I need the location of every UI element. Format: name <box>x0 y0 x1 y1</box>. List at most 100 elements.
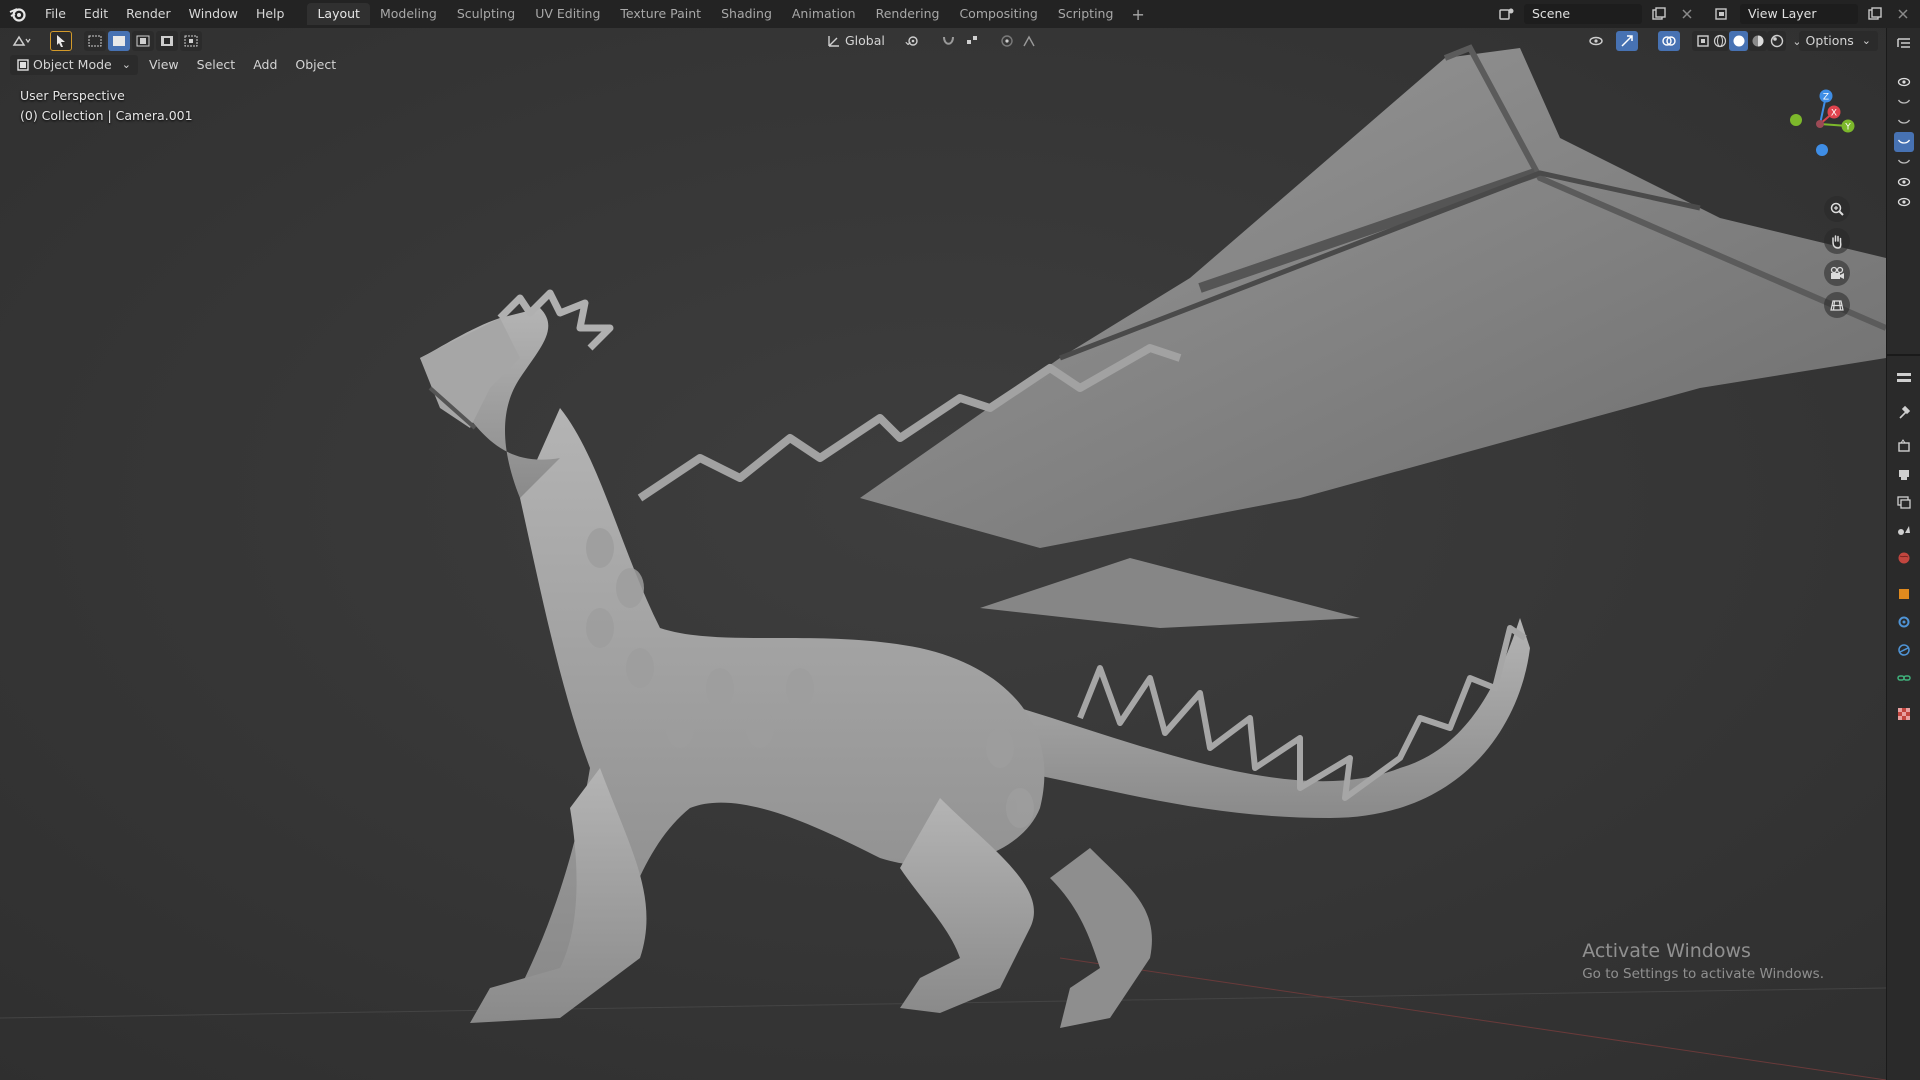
activation-title: Activate Windows <box>1582 940 1751 962</box>
tab-scripting[interactable]: Scripting <box>1048 3 1124 25</box>
tab-animation[interactable]: Animation <box>782 3 866 25</box>
3d-viewport[interactable]: Global ⌄ ⌄ Object Mode ⌄ View Select Add… <box>0 28 1886 1080</box>
physics-properties-icon[interactable] <box>1894 640 1914 660</box>
workspace-tabs: Layout Modeling Sculpting UV Editing Tex… <box>307 0 1152 28</box>
dragon-model-render[interactable] <box>0 28 1886 1080</box>
object-properties-icon[interactable] <box>1894 584 1914 604</box>
object-mode-dropdown[interactable]: Object Mode ⌄ <box>10 55 138 75</box>
z-negative-icon[interactable] <box>1816 144 1828 156</box>
x-negative-icon[interactable] <box>1816 120 1824 128</box>
editor-divider <box>1887 354 1920 356</box>
selection-mode-group <box>84 31 202 51</box>
delete-scene-icon[interactable] <box>1676 4 1698 24</box>
select-new-icon[interactable] <box>84 31 106 51</box>
outliner-editor-icon[interactable] <box>1894 34 1914 54</box>
gizmo-toggle-icon[interactable] <box>1616 31 1638 51</box>
options-label: Options <box>1805 33 1854 48</box>
camera-view-icon[interactable] <box>1824 260 1850 286</box>
view-layer-name-field[interactable]: View Layer <box>1740 4 1858 24</box>
y-axis-label: Y <box>1844 123 1851 133</box>
visibility-eye-icon[interactable] <box>1894 192 1914 212</box>
texture-properties-icon[interactable] <box>1894 704 1914 724</box>
options-dropdown[interactable]: Options ⌄ <box>1798 31 1878 51</box>
world-properties-icon[interactable] <box>1894 548 1914 568</box>
select-subtract-icon[interactable] <box>132 31 154 51</box>
visibility-eye-icon[interactable] <box>1894 172 1914 192</box>
tool-properties-icon[interactable] <box>1894 402 1914 422</box>
pan-hand-icon[interactable] <box>1824 228 1850 254</box>
viewport-header: Global ⌄ ⌄ <box>0 28 1886 54</box>
pivot-point-icon[interactable] <box>904 31 926 51</box>
orientation-icon <box>828 36 839 47</box>
right-editor-strip <box>1886 28 1920 1080</box>
menu-render[interactable]: Render <box>117 0 180 28</box>
properties-editor-icon[interactable] <box>1894 368 1914 388</box>
scene-selector-group: Scene View Layer <box>1496 0 1920 28</box>
menu-view[interactable]: View <box>142 55 186 75</box>
proportional-editing-icon[interactable] <box>996 31 1018 51</box>
add-workspace-button[interactable]: + <box>1123 5 1152 24</box>
x-axis-label: X <box>1831 109 1837 119</box>
visibility-eye-icon[interactable] <box>1894 72 1914 92</box>
top-bar: File Edit Render Window Help Layout Mode… <box>0 0 1920 28</box>
object-mode-icon <box>17 59 29 71</box>
constraint-properties-icon[interactable] <box>1894 668 1914 688</box>
visibility-closed-icon[interactable] <box>1894 132 1914 152</box>
visibility-closed-icon[interactable] <box>1894 92 1914 112</box>
overlays-toggle-icon[interactable] <box>1658 31 1680 51</box>
tab-layout[interactable]: Layout <box>307 3 370 25</box>
view-layer-properties-icon[interactable] <box>1894 492 1914 512</box>
new-view-layer-icon[interactable] <box>1864 4 1886 24</box>
snap-icon[interactable] <box>938 31 960 51</box>
menu-select[interactable]: Select <box>190 55 243 75</box>
visibility-selectability-icon[interactable] <box>1586 31 1608 51</box>
menu-edit[interactable]: Edit <box>75 0 117 28</box>
viewport-menu-row: Object Mode ⌄ View Select Add Object <box>10 54 343 76</box>
falloff-icon[interactable] <box>1018 31 1040 51</box>
menu-help[interactable]: Help <box>247 0 294 28</box>
solid-shading-icon[interactable] <box>1729 31 1748 51</box>
tab-rendering[interactable]: Rendering <box>866 3 950 25</box>
menu-window[interactable]: Window <box>180 0 247 28</box>
visibility-closed-icon[interactable] <box>1894 112 1914 132</box>
tab-shading[interactable]: Shading <box>711 3 782 25</box>
scene-browse-icon[interactable] <box>1496 4 1518 24</box>
scene-name-field[interactable]: Scene <box>1524 4 1642 24</box>
delete-view-layer-icon[interactable] <box>1892 4 1914 24</box>
editor-type-icon[interactable] <box>10 31 32 51</box>
new-scene-icon[interactable] <box>1648 4 1670 24</box>
material-shading-icon[interactable] <box>1748 31 1767 51</box>
blender-logo-icon[interactable] <box>0 0 36 28</box>
select-extend-icon[interactable] <box>108 31 130 51</box>
tab-texture-paint[interactable]: Texture Paint <box>610 3 711 25</box>
select-tool-icon[interactable] <box>50 31 72 51</box>
navigation-gizmo[interactable]: X Y Z <box>1786 84 1856 164</box>
perspective-ortho-grid-icon[interactable] <box>1824 292 1850 318</box>
rendered-shading-icon[interactable] <box>1767 31 1786 51</box>
tab-uv-editing[interactable]: UV Editing <box>525 3 610 25</box>
chevron-down-icon: ⌄ <box>121 58 131 71</box>
select-invert-icon[interactable] <box>156 31 178 51</box>
menu-file[interactable]: File <box>36 0 75 28</box>
menu-add[interactable]: Add <box>246 55 284 75</box>
shading-mode-group <box>1710 31 1786 51</box>
zoom-icon[interactable] <box>1824 196 1850 222</box>
perspective-label: User Perspective <box>20 88 125 103</box>
select-intersect-icon[interactable] <box>180 31 202 51</box>
visibility-closed-icon[interactable] <box>1894 152 1914 172</box>
scene-properties-icon[interactable] <box>1894 520 1914 540</box>
y-negative-icon[interactable] <box>1790 114 1802 126</box>
tab-sculpting[interactable]: Sculpting <box>447 3 525 25</box>
wireframe-shading-icon[interactable] <box>1710 31 1729 51</box>
modifier-properties-icon[interactable] <box>1894 612 1914 632</box>
snap-target-icon[interactable] <box>962 31 984 51</box>
view-layer-browse-icon[interactable] <box>1712 4 1734 24</box>
render-properties-icon[interactable] <box>1894 436 1914 456</box>
output-properties-icon[interactable] <box>1894 464 1914 484</box>
z-axis-label: Z <box>1823 93 1829 103</box>
transform-orientation-label: Global <box>845 33 885 48</box>
menu-object[interactable]: Object <box>288 55 343 75</box>
navigation-tools <box>1824 196 1850 318</box>
tab-modeling[interactable]: Modeling <box>370 3 447 25</box>
tab-compositing[interactable]: Compositing <box>949 3 1047 25</box>
